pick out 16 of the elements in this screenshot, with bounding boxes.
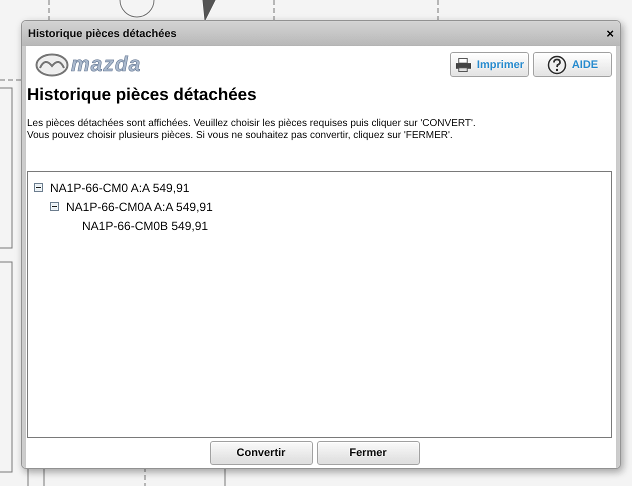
close-dialog-button[interactable]: Fermer bbox=[316, 441, 420, 465]
window-title: Historique pièces détachées bbox=[28, 28, 177, 40]
arrowhead-icon bbox=[202, 0, 216, 22]
tree-item[interactable]: NA1P-66-CM0 A:A 549,91 bbox=[50, 180, 190, 194]
logo-wordmark: mazda bbox=[71, 54, 142, 75]
printer-icon bbox=[455, 56, 472, 72]
collapse-icon[interactable] bbox=[34, 183, 43, 192]
help-icon bbox=[546, 54, 567, 74]
convert-button[interactable]: Convertir bbox=[210, 441, 312, 465]
logo-emblem-icon bbox=[35, 52, 69, 76]
tree-item[interactable]: NA1P-66-CM0B 549,91 bbox=[82, 218, 208, 232]
page-heading: Historique pièces détachées bbox=[27, 85, 258, 105]
close-button[interactable]: × bbox=[606, 27, 614, 40]
tree-item[interactable]: NA1P-66-CM0A A:A 549,91 bbox=[66, 200, 213, 214]
instructions-text: Les pièces détachées sont affichées. Veuillez choisir les pièces requises puis cliquer sur 'CONVERT'. Vous pouvez choisir plusieurs pièces. Si vous ne souhaitez pas convertir, cliquez sur 'FERMER'. bbox=[27, 118, 477, 142]
collapse-icon[interactable] bbox=[50, 202, 59, 211]
